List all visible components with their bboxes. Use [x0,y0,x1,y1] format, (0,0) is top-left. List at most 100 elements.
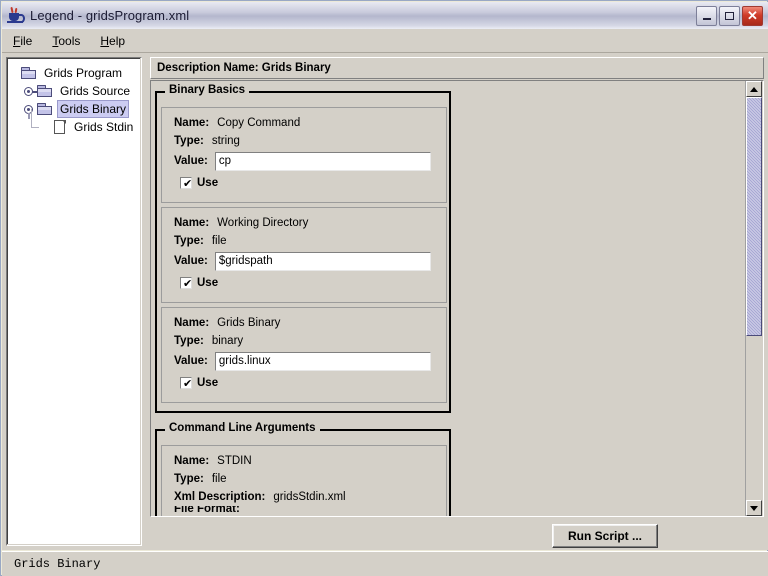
menu-file[interactable]: File [4,32,41,50]
name-row: Name: Copy Command [174,114,446,132]
tree-node-grids-source[interactable]: Grids Source [7,82,141,100]
value-input[interactable]: grids.linux [214,351,431,371]
name-value: Grids Binary [217,317,281,329]
type-value: string [211,135,240,147]
entry-grids-binary: Name: Grids Binary Type: binary Value: g… [161,307,447,403]
value-row: Value: $gridspath [174,251,446,271]
window-controls: ✕ [696,5,763,26]
value-input[interactable]: $gridspath [214,251,431,271]
menu-bar: File Tools Help [2,29,768,53]
use-label: Use [197,177,219,189]
minimize-icon [702,17,711,20]
name-label: Name: [174,117,210,129]
value-row: Value: cp [174,151,446,171]
chevron-up-icon [750,86,758,92]
main-content: Grids Program Grids Source Grids Binary … [2,53,768,550]
menu-help[interactable]: Help [91,32,134,50]
tree-panel[interactable]: Grids Program Grids Source Grids Binary … [6,57,142,546]
use-label: Use [197,277,219,289]
value-row: Value: grids.linux [174,351,446,371]
group-command-line-arguments: Command Line Arguments Name: STDIN Type:… [155,422,451,516]
detail-panel: Description Name: Grids Binary Binary Ba… [150,57,764,548]
name-value: Working Directory [217,217,309,229]
tree-node-label: Grids Stdin [74,120,134,134]
use-checkbox[interactable]: ✔ [180,177,192,189]
close-button[interactable]: ✕ [742,5,763,26]
tree-node-grids-program[interactable]: Grids Program [7,64,141,82]
clipped-label: File Format: [174,506,240,512]
xml-description-label: Xml Description: [174,491,266,503]
type-row: Type: binary [174,332,446,350]
vertical-scrollbar[interactable] [745,81,763,516]
tree-node-label-selected: Grids Binary [57,100,130,118]
tree-node-label: Grids Program [44,66,123,80]
name-label: Name: [174,317,210,329]
expand-collapse-icon[interactable] [21,101,37,119]
name-row: Name: Working Directory [174,214,446,232]
entry-copy-command: Name: Copy Command Type: string Value: c… [161,107,447,203]
run-script-button[interactable]: Run Script ... [551,524,658,548]
maximize-button[interactable] [719,5,740,26]
scrollbar-thumb[interactable] [746,97,762,336]
folder-icon [37,102,53,116]
folder-icon [37,84,53,98]
value-label: Value: [174,355,208,367]
group-binary-basics: Binary Basics Name: Copy Command Type: s… [155,84,451,413]
use-checkbox[interactable]: ✔ [180,277,192,289]
detail-scroll-view: Binary Basics Name: Copy Command Type: s… [151,81,746,516]
xml-description-row: Xml Description: gridsStdin.xml [174,488,446,506]
entry-stdin: Name: STDIN Type: file Xml Description: … [161,445,447,516]
scroll-down-button[interactable] [746,500,762,516]
window-title: Legend - gridsProgram.xml [30,8,190,23]
tree-node-grids-stdin[interactable]: Grids Stdin [7,109,141,136]
scroll-up-button[interactable] [746,81,762,97]
group-legend: Command Line Arguments [165,422,320,434]
type-label: Type: [174,135,204,147]
tree-node-grids-binary[interactable]: Grids Binary [7,100,141,119]
chevron-down-icon [750,505,758,511]
status-bar: Grids Binary [2,551,768,576]
name-label: Name: [174,455,210,467]
name-value: STDIN [217,455,252,467]
value-input[interactable]: cp [214,151,431,171]
maximize-icon [725,11,734,20]
application-window: Legend - gridsProgram.xml ✕ File Tools H… [0,0,768,576]
minimize-button[interactable] [696,5,717,26]
split-pane-divider[interactable] [143,57,148,546]
value-label: Value: [174,155,208,167]
name-row: Name: Grids Binary [174,314,446,332]
status-text: Grids Binary [14,557,101,571]
document-icon [53,119,67,135]
type-row: Type: file [174,232,446,250]
expand-collapse-icon[interactable] [21,83,37,99]
folder-icon [21,66,37,80]
type-label: Type: [174,235,204,247]
value-label: Value: [174,255,208,267]
menu-tools[interactable]: Tools [43,32,89,50]
type-row: Type: file [174,470,446,488]
type-value: binary [211,335,244,347]
type-value: file [211,235,227,247]
name-value: Copy Command [217,117,301,129]
use-checkbox[interactable]: ✔ [180,377,192,389]
entry-working-directory: Name: Working Directory Type: file Value… [161,207,447,303]
button-bar: Run Script ... [298,522,768,550]
close-icon: ✕ [747,8,758,23]
tree-node-label: Grids Source [60,84,131,98]
type-label: Type: [174,335,204,347]
name-label: Name: [174,217,210,229]
group-legend: Binary Basics [165,84,250,96]
type-value: file [211,473,227,485]
program-tree: Grids Program Grids Source Grids Binary … [7,58,141,136]
xml-description-value: gridsStdin.xml [273,491,346,503]
use-row: ✔ Use [180,174,446,192]
description-header-label: Description Name: Grids Binary [157,62,331,74]
use-label: Use [197,377,219,389]
use-row: ✔ Use [180,274,446,292]
scrollbar-track[interactable] [746,97,762,500]
type-row: Type: string [174,132,446,150]
title-bar: Legend - gridsProgram.xml ✕ [2,2,768,30]
name-row: Name: STDIN [174,452,446,470]
clipped-row: File Format: [174,506,446,512]
use-row: ✔ Use [180,374,446,392]
